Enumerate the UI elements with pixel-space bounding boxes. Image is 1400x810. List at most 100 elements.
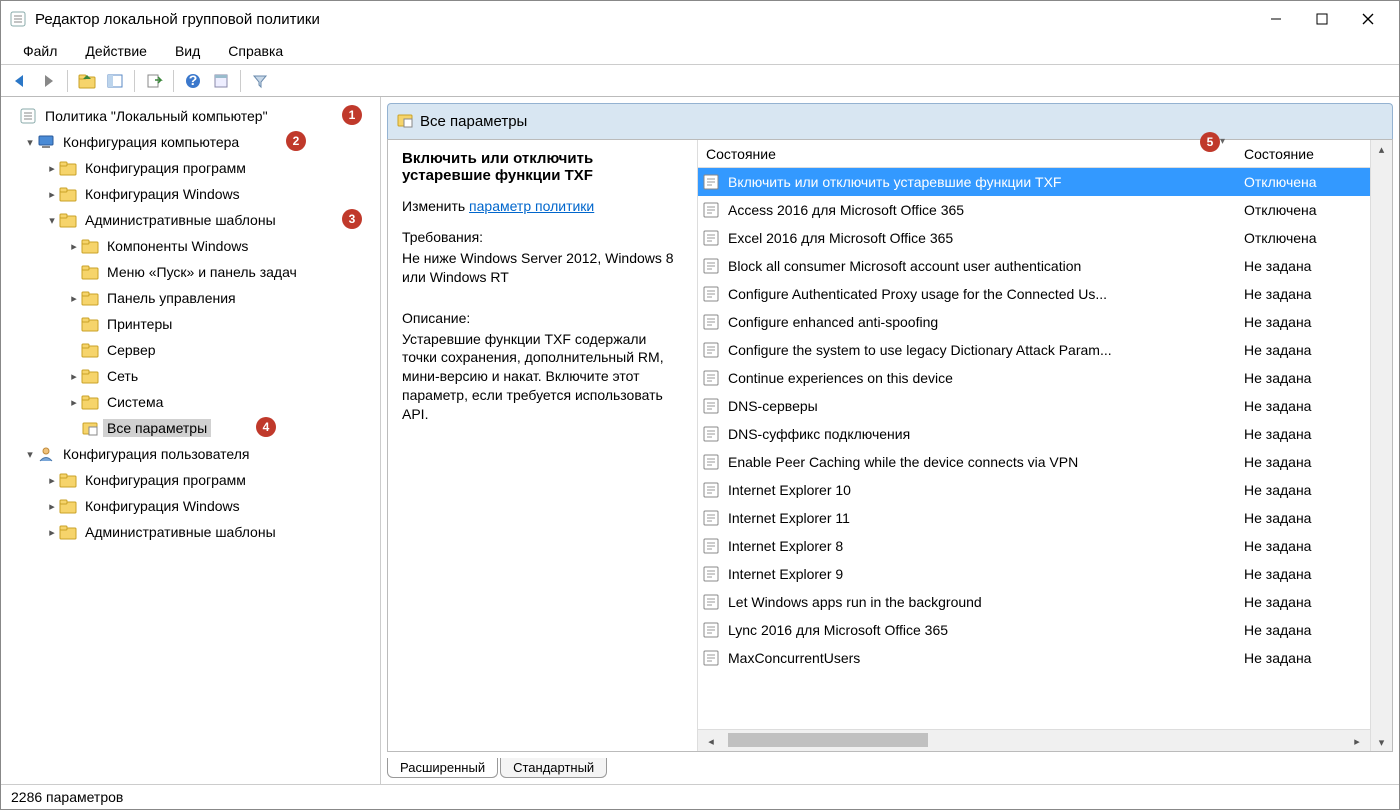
- settings-list[interactable]: Включить или отключить устаревшие функци…: [698, 168, 1370, 729]
- setting-name: Access 2016 для Microsoft Office 365: [726, 202, 1236, 218]
- scroll-down-icon[interactable]: ▾: [1379, 733, 1385, 751]
- menu-view[interactable]: Вид: [161, 37, 214, 65]
- setting-icon: [702, 229, 720, 247]
- setting-name: Enable Peer Caching while the device con…: [726, 454, 1236, 470]
- setting-state: Не задана: [1236, 314, 1370, 330]
- setting-state: Отключена: [1236, 230, 1370, 246]
- forward-button[interactable]: [35, 68, 61, 94]
- scroll-right-icon[interactable]: ▸: [1348, 732, 1366, 750]
- setting-icon: [702, 201, 720, 219]
- tree-admin-printers[interactable]: Принтеры: [5, 311, 376, 337]
- app-icon: [9, 10, 27, 28]
- setting-name: Continue experiences on this device: [726, 370, 1236, 386]
- list-row[interactable]: Block all consumer Microsoft account use…: [698, 252, 1370, 280]
- navigation-tree[interactable]: Политика "Локальный компьютер" 1 Конфигу…: [1, 97, 381, 784]
- list-row[interactable]: Internet Explorer 10Не задана: [698, 476, 1370, 504]
- badge-3: 3: [342, 209, 362, 229]
- horizontal-scrollbar[interactable]: ◂ ▸: [698, 729, 1370, 751]
- filter-button[interactable]: [247, 68, 273, 94]
- setting-icon: [702, 481, 720, 499]
- list-row[interactable]: Let Windows apps run in the backgroundНе…: [698, 588, 1370, 616]
- list-row[interactable]: Excel 2016 для Microsoft Office 365Отклю…: [698, 224, 1370, 252]
- tree-admin-system[interactable]: Система: [5, 389, 376, 415]
- list-row[interactable]: Internet Explorer 9Не задана: [698, 560, 1370, 588]
- list-row[interactable]: MaxConcurrentUsersНе задана: [698, 644, 1370, 672]
- setting-icon: [702, 369, 720, 387]
- setting-icon: [702, 425, 720, 443]
- export-button[interactable]: [141, 68, 167, 94]
- minimize-button[interactable]: [1253, 4, 1299, 34]
- scroll-left-icon[interactable]: ◂: [702, 732, 720, 750]
- scroll-up-icon[interactable]: ▴: [1379, 140, 1385, 158]
- tab-standard[interactable]: Стандартный: [500, 758, 607, 778]
- list-row[interactable]: Access 2016 для Microsoft Office 365Откл…: [698, 196, 1370, 224]
- list-row[interactable]: Configure Authenticated Proxy usage for …: [698, 280, 1370, 308]
- list-row[interactable]: Включить или отключить устаревшие функци…: [698, 168, 1370, 196]
- setting-icon: [702, 593, 720, 611]
- list-row[interactable]: DNS-суффикс подключенияНе задана: [698, 420, 1370, 448]
- tree-root-policy[interactable]: Политика "Локальный компьютер" 1: [5, 103, 376, 129]
- badge-4: 4: [256, 417, 276, 437]
- menu-action[interactable]: Действие: [71, 37, 161, 65]
- properties-button[interactable]: [208, 68, 234, 94]
- requirements-title: Требования:: [402, 228, 683, 247]
- tree-admin-all-settings[interactable]: Все параметры 4: [5, 415, 376, 441]
- panel-header-title: Все параметры: [420, 113, 527, 130]
- setting-icon: [702, 285, 720, 303]
- setting-icon: [702, 621, 720, 639]
- setting-name: Excel 2016 для Microsoft Office 365: [726, 230, 1236, 246]
- tree-admin-components[interactable]: Компоненты Windows: [5, 233, 376, 259]
- setting-icon: [702, 173, 720, 191]
- window-title: Редактор локальной групповой политики: [35, 11, 1253, 28]
- setting-name: Block all consumer Microsoft account use…: [726, 258, 1236, 274]
- back-button[interactable]: [7, 68, 33, 94]
- setting-state: Не задана: [1236, 594, 1370, 610]
- list-row[interactable]: Internet Explorer 11Не задана: [698, 504, 1370, 532]
- tree-admin-startmenu[interactable]: Меню «Пуск» и панель задач: [5, 259, 376, 285]
- tree-cc-windows[interactable]: Конфигурация Windows: [5, 181, 376, 207]
- setting-state: Не задана: [1236, 398, 1370, 414]
- menu-file[interactable]: Файл: [9, 37, 71, 65]
- setting-state: Не задана: [1236, 538, 1370, 554]
- column-state[interactable]: ▾ Состояние 5: [1236, 146, 1370, 162]
- tree-user-config[interactable]: Конфигурация пользователя: [5, 441, 376, 467]
- vertical-scrollbar[interactable]: ▴ ▾: [1370, 140, 1392, 751]
- setting-icon: [702, 649, 720, 667]
- list-header[interactable]: Состояние ▾ Состояние 5: [698, 140, 1370, 168]
- tab-extended[interactable]: Расширенный: [387, 758, 498, 778]
- up-button[interactable]: [74, 68, 100, 94]
- setting-state: Не задана: [1236, 258, 1370, 274]
- tree-admin-server[interactable]: Сервер: [5, 337, 376, 363]
- setting-name: DNS-серверы: [726, 398, 1236, 414]
- list-row[interactable]: Lync 2016 для Microsoft Office 365Не зад…: [698, 616, 1370, 644]
- menu-help[interactable]: Справка: [214, 37, 297, 65]
- help-button[interactable]: ?: [180, 68, 206, 94]
- close-button[interactable]: [1345, 4, 1391, 34]
- setting-name: Configure Authenticated Proxy usage for …: [726, 286, 1236, 302]
- setting-state: Не задана: [1236, 650, 1370, 666]
- setting-icon: [702, 313, 720, 331]
- edit-policy-link[interactable]: параметр политики: [469, 198, 594, 214]
- setting-icon: [702, 453, 720, 471]
- list-row[interactable]: Configure the system to use legacy Dicti…: [698, 336, 1370, 364]
- maximize-button[interactable]: [1299, 4, 1345, 34]
- scrollbar-thumb[interactable]: [728, 733, 928, 747]
- show-hide-tree-button[interactable]: [102, 68, 128, 94]
- list-row[interactable]: Internet Explorer 8Не задана: [698, 532, 1370, 560]
- list-row[interactable]: Continue experiences on this deviceНе за…: [698, 364, 1370, 392]
- tree-admin-network[interactable]: Сеть: [5, 363, 376, 389]
- list-row[interactable]: Enable Peer Caching while the device con…: [698, 448, 1370, 476]
- setting-name: Configure enhanced anti-spoofing: [726, 314, 1236, 330]
- setting-state: Не задана: [1236, 510, 1370, 526]
- tree-computer-config[interactable]: Конфигурация компьютера 2: [5, 129, 376, 155]
- list-row[interactable]: Configure enhanced anti-spoofingНе задан…: [698, 308, 1370, 336]
- tree-cc-admin-templates[interactable]: Административные шаблоны 3: [5, 207, 376, 233]
- tree-uc-windows[interactable]: Конфигурация Windows: [5, 493, 376, 519]
- tree-cc-software[interactable]: Конфигурация программ: [5, 155, 376, 181]
- tree-uc-admin-templates[interactable]: Административные шаблоны: [5, 519, 376, 545]
- tree-admin-controlpanel[interactable]: Панель управления: [5, 285, 376, 311]
- setting-name: Internet Explorer 11: [726, 510, 1236, 526]
- list-row[interactable]: DNS-серверыНе задана: [698, 392, 1370, 420]
- tree-uc-software[interactable]: Конфигурация программ: [5, 467, 376, 493]
- column-name[interactable]: Состояние: [698, 146, 1236, 162]
